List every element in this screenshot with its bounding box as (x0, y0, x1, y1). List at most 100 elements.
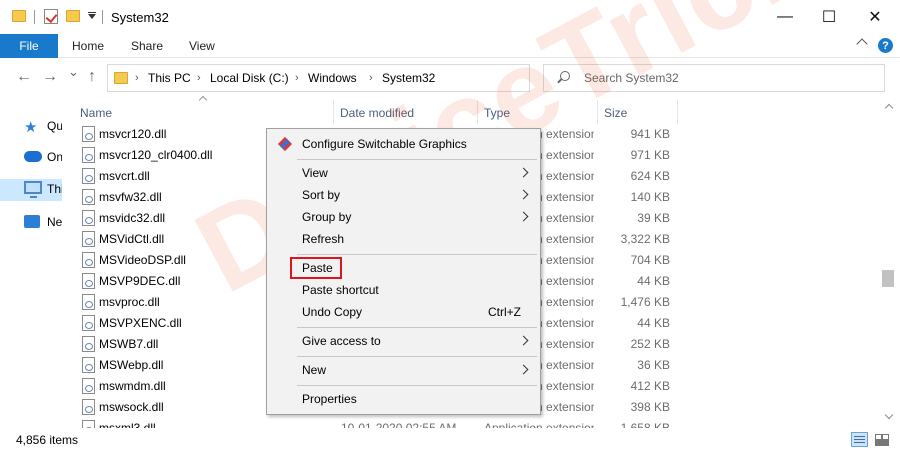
sidebar-item-quick-access[interactable]: ★ Quick access (0, 116, 62, 138)
breadcrumb-system32[interactable]: System32 (382, 71, 435, 85)
new-folder-icon[interactable] (66, 10, 80, 22)
file-name: msvcrt.dll (99, 169, 150, 183)
close-button[interactable]: ✕ (852, 0, 898, 34)
column-divider[interactable] (333, 100, 334, 124)
cloud-icon (24, 151, 42, 162)
up-button[interactable]: ↑ (88, 68, 96, 86)
dll-file-icon (82, 168, 95, 184)
graphics-icon (278, 137, 292, 151)
scroll-thumb[interactable] (882, 270, 894, 287)
status-bar: 4,856 items (0, 428, 900, 450)
details-view-icon[interactable] (851, 432, 868, 447)
file-row[interactable]: msxml3.dll 10-01-2020 02:55 AM Application… (62, 418, 880, 428)
dll-file-icon (82, 147, 95, 163)
expand-ribbon-icon[interactable] (856, 38, 868, 50)
dll-file-icon (82, 420, 95, 428)
menu-separator (297, 385, 537, 386)
menu-item-label: Undo Copy (302, 305, 363, 319)
file-size: 36 KB (637, 358, 670, 372)
divider (102, 10, 103, 24)
file-name: MSWebp.dll (99, 358, 164, 372)
menu-item-label: Configure Switchable Graphics (302, 137, 467, 151)
menu-item-label: View (302, 166, 328, 180)
file-name: msvcr120.dll (99, 127, 167, 141)
breadcrumb-this-pc[interactable]: This PC (148, 71, 191, 85)
breadcrumb-windows[interactable]: Windows (308, 71, 357, 85)
scroll-up-icon[interactable] (884, 103, 894, 113)
file-size: 1,658 KB (620, 421, 670, 428)
customize-quick-access-icon[interactable] (88, 14, 96, 19)
column-divider[interactable] (477, 100, 478, 124)
chevron-right-icon (518, 167, 529, 178)
properties-check-icon[interactable] (44, 9, 58, 24)
file-size: 1,476 KB (620, 295, 670, 309)
menu-item-sort-by[interactable]: Sort by (268, 185, 539, 206)
sidebar-item-label: OneDrive (47, 150, 62, 164)
recent-locations-button[interactable]: ⌄ (68, 64, 79, 80)
back-button[interactable]: ← (16, 68, 32, 86)
dll-file-icon (82, 294, 95, 310)
file-name: msvproc.dll (99, 295, 160, 309)
address-bar[interactable]: › This PC › Local Disk (C:) › Windows › … (107, 64, 626, 92)
star-icon: ★ (24, 119, 38, 136)
tab-view[interactable]: View (189, 39, 215, 53)
maximize-button[interactable]: ☐ (806, 0, 852, 34)
search-box[interactable]: Search System32 (543, 64, 885, 92)
menu-item-shortcut: Ctrl+Z (488, 305, 521, 319)
chevron-right-icon[interactable]: › (197, 72, 201, 84)
dll-file-icon (82, 399, 95, 415)
menu-item-new[interactable]: New (268, 360, 539, 381)
file-name: msvfw32.dll (99, 190, 162, 204)
title-bar: System32 — ☐ ✕ (0, 0, 900, 34)
chevron-right-icon[interactable]: › (369, 72, 373, 84)
forward-button[interactable]: → (42, 68, 58, 86)
chevron-right-icon[interactable]: › (135, 72, 139, 84)
network-icon (24, 215, 40, 228)
dll-file-icon (82, 126, 95, 142)
menu-item-label: Sort by (302, 188, 341, 202)
chevron-right-icon (518, 211, 529, 222)
tab-share[interactable]: Share (131, 39, 163, 53)
menu-separator (297, 356, 537, 357)
vertical-scrollbar[interactable] (880, 100, 900, 428)
sidebar-item-this-pc[interactable]: This PC (0, 179, 62, 201)
column-divider[interactable] (597, 100, 598, 124)
menu-item-properties[interactable]: Properties (268, 389, 539, 410)
file-size: 624 KB (630, 169, 670, 183)
paste-highlight-box (290, 257, 342, 279)
sidebar-item-onedrive[interactable]: OneDrive (0, 147, 62, 169)
computer-icon (24, 181, 42, 198)
navigation-bar: ← → ⌄ ↑ › This PC › Local Disk (C:) › Wi… (0, 58, 900, 98)
file-size: 39 KB (637, 211, 670, 225)
sidebar-item-label: Network (47, 215, 62, 229)
breadcrumb-local-disk[interactable]: Local Disk (C:) (210, 71, 289, 85)
scroll-down-icon[interactable] (884, 410, 894, 420)
sidebar-item-label: Quick access (47, 119, 62, 133)
menu-item-group-by[interactable]: Group by (268, 207, 539, 228)
menu-item-configure-switchable-graphics[interactable]: Configure Switchable Graphics (268, 134, 539, 155)
minimize-button[interactable]: — (762, 0, 808, 34)
folder-icon (114, 72, 128, 84)
menu-item-view[interactable]: View (268, 163, 539, 184)
menu-item-give-access-to[interactable]: Give access to (268, 331, 539, 352)
chevron-right-icon[interactable]: › (295, 72, 299, 84)
large-icons-view-icon[interactable] (873, 432, 890, 447)
file-name: msvcr120_clr0400.dll (99, 148, 213, 162)
file-size: 3,322 KB (620, 232, 670, 246)
search-placeholder[interactable]: Search System32 (584, 71, 679, 85)
file-name: MSVPXENC.dll (99, 316, 182, 330)
search-icon (560, 71, 570, 81)
sidebar-item-network[interactable]: Network (0, 212, 62, 234)
chevron-right-icon (518, 364, 529, 375)
menu-item-paste-shortcut[interactable]: Paste shortcut (268, 280, 539, 301)
sidebar-item-label: This PC (47, 182, 62, 196)
menu-item-refresh[interactable]: Refresh (268, 229, 539, 250)
column-divider[interactable] (677, 100, 678, 124)
file-type: Application extension (484, 421, 594, 428)
file-name: MSVidCtl.dll (99, 232, 165, 246)
file-tab[interactable]: File (0, 34, 58, 58)
menu-item-undo-copy[interactable]: Undo Copy Ctrl+Z (268, 302, 539, 323)
dll-file-icon (82, 252, 95, 268)
tab-home[interactable]: Home (72, 39, 104, 53)
help-icon[interactable]: ? (878, 38, 893, 53)
